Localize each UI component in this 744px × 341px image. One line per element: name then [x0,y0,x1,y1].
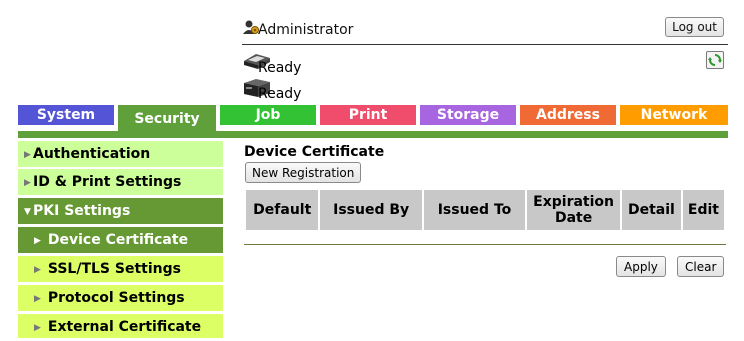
sidebar-item-device-certificate[interactable]: ▶ Device Certificate [18,227,223,253]
apply-button[interactable]: Apply [616,256,666,277]
triangle-right-icon: ▶ [24,150,31,160]
logout-button[interactable]: Log out [665,17,724,37]
main-tabs: System Security Job Print Storage Addres… [18,105,728,133]
refresh-icon [708,54,722,66]
clear-button[interactable]: Clear [677,256,725,277]
column-header-edit: Edit [682,190,724,230]
tab-job[interactable]: Job [220,105,316,125]
sidebar-item-pki-settings[interactable]: ▼ PKI Settings [18,198,223,224]
sidebar-item-id-print-settings[interactable]: ▶ ID & Print Settings [18,169,223,195]
page-title: Device Certificate [244,144,385,160]
sidebar-item-authentication[interactable]: ▶ Authentication [18,141,223,167]
sidebar-item-label: Device Certificate [47,232,189,248]
user-name: Administrator [258,22,354,38]
user-bar: Administrator Log out [242,17,728,45]
column-header-issued-by: Issued By [320,190,422,230]
tab-underline [18,131,728,138]
tab-print[interactable]: Print [320,105,416,125]
sidebar-item-label: Protocol Settings [47,290,185,306]
sidebar-item-ssl-tls-settings[interactable]: ▶ SSL/TLS Settings [18,256,223,282]
tab-security[interactable]: Security [118,105,216,133]
triangle-right-icon: ▶ [34,265,41,275]
divider [244,244,726,245]
sidebar-item-label: PKI Settings [33,203,131,219]
triangle-down-icon: ▼ [24,207,31,217]
tab-storage[interactable]: Storage [420,105,516,125]
printer-status-text: Ready [258,60,302,76]
scanner-status-text: Ready [258,86,302,102]
new-registration-button[interactable]: New Registration [245,162,362,183]
tab-address[interactable]: Address [520,105,616,125]
column-header-issued-to: Issued To [423,190,526,230]
triangle-right-icon: ▶ [24,178,31,188]
certificate-table: Default Issued By Issued To Expiration D… [244,188,726,232]
sidebar-item-external-certificate[interactable]: ▶ External Certificate [18,314,223,338]
refresh-button[interactable] [706,51,724,69]
sidebar-item-protocol-settings[interactable]: ▶ Protocol Settings [18,285,223,311]
column-header-detail: Detail [622,190,681,230]
sidebar-item-label: Authentication [33,146,151,162]
sidebar-item-label: ID & Print Settings [33,174,182,190]
triangle-right-icon: ▶ [34,294,41,304]
sidebar-item-label: SSL/TLS Settings [47,261,181,277]
sidebar-item-label: External Certificate [47,319,202,335]
column-header-default: Default [246,190,319,230]
column-header-expiration-date: Expiration Date [527,190,620,230]
triangle-right-icon: ▶ [34,236,41,246]
triangle-right-icon: ▶ [34,323,41,333]
tab-network[interactable]: Network [620,105,728,125]
tab-system[interactable]: System [18,105,114,125]
